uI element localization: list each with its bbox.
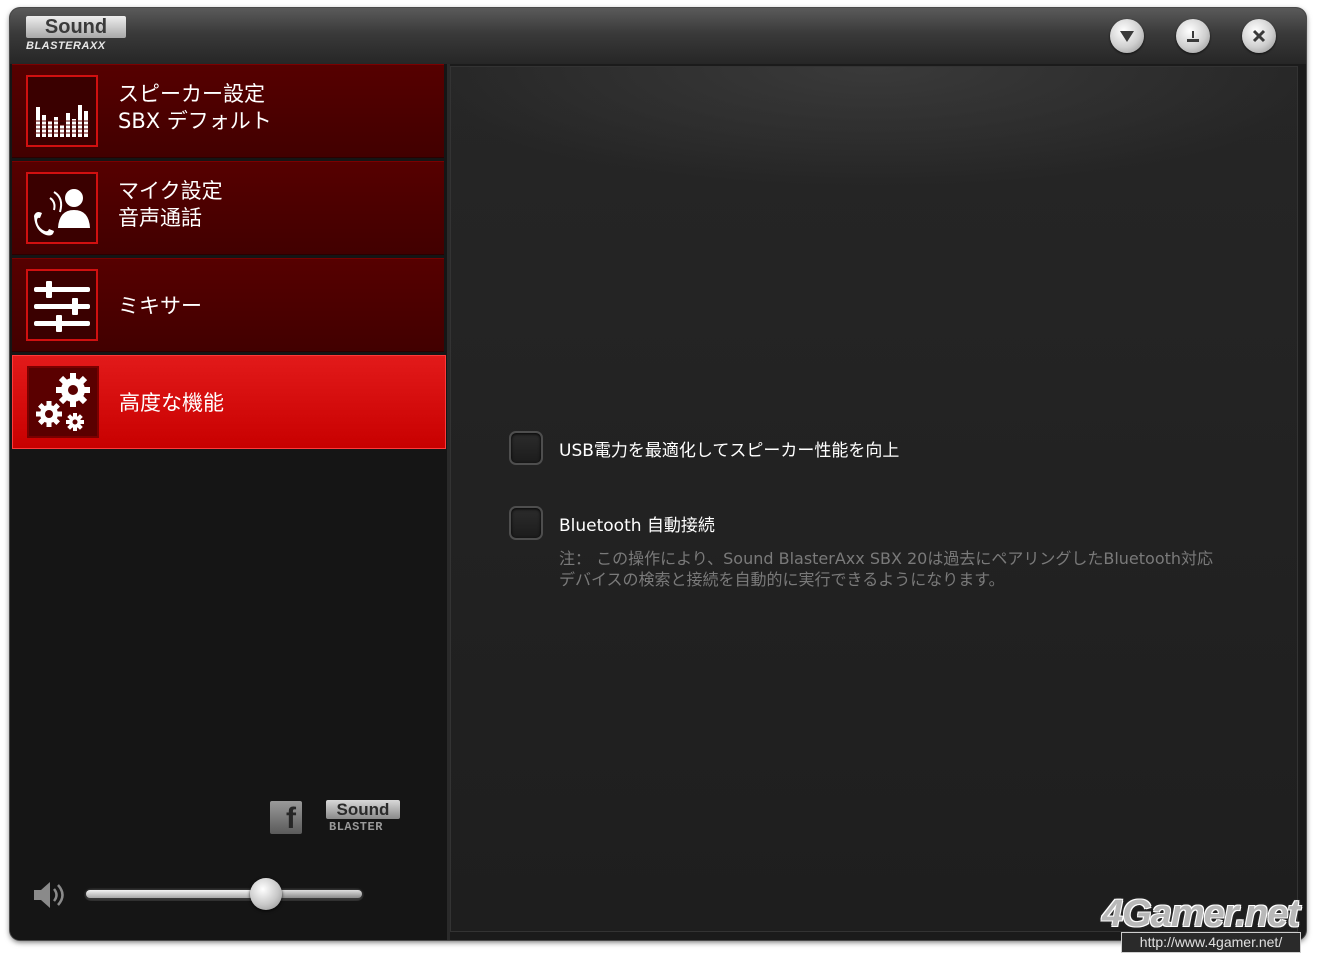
bluetooth-note-line1: 注： この操作により、Sound BlasterAxx SBX 20は過去にペア… (559, 549, 1214, 568)
menu-item-label: ミキサー (118, 293, 202, 320)
usb-power-optimize-label: USB電力を最適化してスピーカー性能を向上 (559, 441, 900, 461)
close-icon (1252, 29, 1266, 43)
bluetooth-note-line2: デバイスの検索と接続を自動的に実行できるようになります。 (559, 570, 1005, 589)
sound-blaster-logo-subtext: BLASTER (329, 820, 383, 834)
equalizer-bars-icon (26, 75, 98, 147)
sound-blaster-logo[interactable]: Sound BLASTER (326, 800, 401, 836)
app-window: Sound BLASTERAXX スピーカー設定 SBX デフォルト マイク設定… (10, 8, 1306, 940)
logo-subtext: BLASTERAXX (26, 40, 106, 52)
voice-call-icon (26, 172, 98, 244)
logo-text: Sound (26, 16, 126, 38)
menu-item-line2: 音声通話 (118, 206, 202, 230)
minimize-button[interactable] (1176, 19, 1210, 53)
sidebar-item-mic-settings[interactable]: マイク設定 音声通話 (12, 161, 444, 255)
speaker-volume-icon[interactable] (32, 880, 68, 910)
volume-slider-thumb[interactable] (250, 878, 282, 910)
menu-item-line1: マイク設定 (118, 179, 223, 203)
sidebar-item-mixer[interactable]: ミキサー (12, 258, 444, 352)
watermark-logo: 4Gamer.net (1102, 893, 1300, 935)
triangle-down-icon (1120, 31, 1134, 42)
menu-item-line1: スピーカー設定 (118, 82, 265, 106)
gears-icon (27, 366, 99, 438)
mixer-sliders-icon (26, 269, 98, 341)
facebook-icon[interactable]: f (270, 801, 302, 835)
sound-blasteraxx-logo: Sound BLASTERAXX (26, 16, 128, 56)
menu-item-label: スピーカー設定 SBX デフォルト (118, 81, 272, 135)
sound-blaster-logo-text: Sound (326, 800, 400, 819)
sidebar-item-speaker-settings[interactable]: スピーカー設定 SBX デフォルト (12, 64, 444, 158)
minimize-icon (1187, 31, 1199, 42)
bluetooth-note: 注： この操作により、Sound BlasterAxx SBX 20は過去にペア… (559, 548, 1269, 590)
bluetooth-auto-connect-label: Bluetooth 自動接続 (559, 516, 715, 536)
volume-slider[interactable] (84, 878, 364, 910)
menu-item-line2: SBX デフォルト (118, 109, 272, 133)
menu-item-label: マイク設定 音声通話 (118, 178, 223, 232)
volume-slider-fill (86, 890, 264, 898)
title-bar: Sound BLASTERAXX (10, 8, 1306, 64)
usb-power-optimize-checkbox[interactable] (509, 431, 543, 465)
dropdown-button[interactable] (1110, 19, 1144, 53)
facebook-glyph: f (286, 802, 296, 835)
sidebar: スピーカー設定 SBX デフォルト マイク設定 音声通話 ミキサー 高度な機能 … (10, 64, 450, 940)
sidebar-item-advanced-features[interactable]: 高度な機能 (12, 355, 446, 449)
menu-item-line1: ミキサー (118, 294, 202, 318)
bluetooth-auto-connect-checkbox[interactable] (509, 506, 543, 540)
settings-content-panel: USB電力を最適化してスピーカー性能を向上 Bluetooth 自動接続 注： … (450, 66, 1298, 932)
menu-item-label: 高度な機能 (119, 390, 224, 417)
volume-slider-rest (268, 890, 362, 898)
close-button[interactable] (1242, 19, 1276, 53)
watermark-url: http://www.4gamer.net/ (1121, 932, 1301, 953)
menu-item-line1: 高度な機能 (119, 391, 224, 415)
